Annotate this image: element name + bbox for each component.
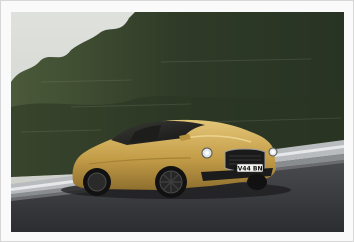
license-plate-text: FV44 BNL xyxy=(234,165,267,172)
photo-illustration: FV44 BNL xyxy=(11,12,344,232)
car-photo: FV44 BNL xyxy=(11,12,344,232)
far-front-wheel xyxy=(247,174,267,190)
image-frame: FV44 BNL xyxy=(0,0,354,242)
